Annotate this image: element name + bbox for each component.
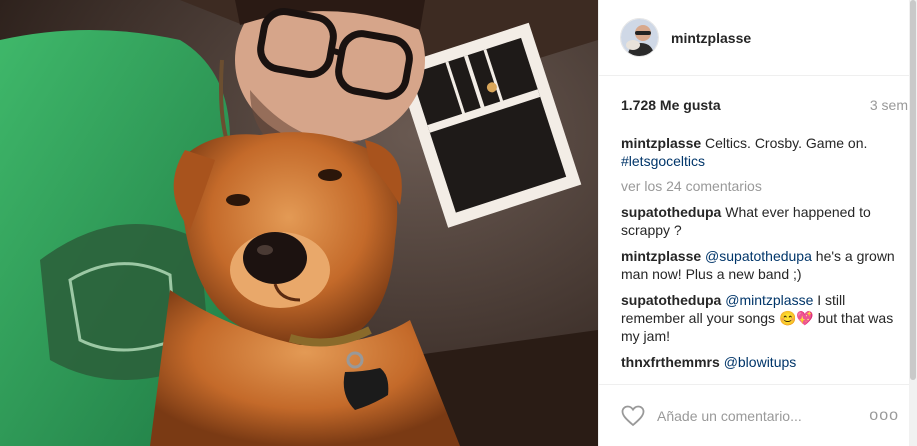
comment-author[interactable]: thnxfrthemmrs	[621, 354, 720, 370]
comment-mention[interactable]: @supatothedupa	[705, 248, 812, 264]
caption-text: Celtics. Crosby. Game on.	[705, 135, 868, 151]
post-header: mintzplasse	[599, 0, 909, 76]
comment-footer: ooo	[599, 384, 909, 446]
scrollbar[interactable]	[909, 0, 917, 446]
list-item: supatothedupa @mintzplasse I still remem…	[621, 291, 907, 345]
comment-mention[interactable]: @mintzplasse	[725, 292, 813, 308]
post-photo[interactable]	[0, 0, 598, 446]
avatar[interactable]	[620, 18, 659, 57]
avatar-image	[621, 19, 658, 56]
scrollbar-thumb[interactable]	[910, 0, 916, 380]
heart-outline-icon[interactable]	[621, 405, 645, 427]
more-dots-icon[interactable]: ooo	[869, 407, 899, 425]
comment-mention[interactable]: @blowitups	[724, 354, 797, 370]
list-item: thnxfrthemmrs @blowitups	[621, 353, 907, 371]
comment-author[interactable]: supatothedupa	[621, 204, 721, 220]
comment-author[interactable]: supatothedupa	[621, 292, 721, 308]
list-item: mintzplasse @supatothedupa he's a grown …	[621, 247, 907, 283]
caption-author[interactable]: mintzplasse	[621, 135, 701, 151]
username-link[interactable]: mintzplasse	[671, 30, 751, 46]
caption-hashtag[interactable]: #letsgoceltics	[621, 153, 705, 169]
likes-count[interactable]: 1.728 Me gusta	[621, 97, 721, 113]
photo-illustration	[0, 0, 598, 446]
list-item: supatothedupa What ever happened to scra…	[621, 203, 907, 239]
comments-list: mintzplasse Celtics. Crosby. Game on. #l…	[599, 134, 917, 384]
post-side-panel: mintzplasse 1.728 Me gusta 3 sem mintzpl…	[598, 0, 917, 446]
post-time[interactable]: 3 sem	[870, 97, 908, 113]
caption: mintzplasse Celtics. Crosby. Game on. #l…	[621, 134, 907, 170]
post-viewer: mintzplasse 1.728 Me gusta 3 sem mintzpl…	[0, 0, 917, 446]
add-comment-input[interactable]	[657, 407, 870, 424]
view-all-comments-link[interactable]: ver los 24 comentarios	[621, 178, 907, 194]
post-stats: 1.728 Me gusta 3 sem	[599, 76, 917, 134]
comment-author[interactable]: mintzplasse	[621, 248, 701, 264]
